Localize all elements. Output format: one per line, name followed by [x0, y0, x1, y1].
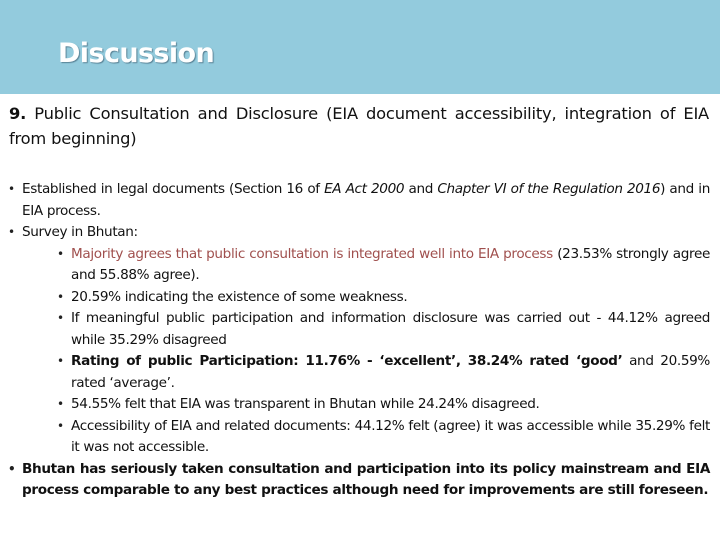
bullet-icon: •	[57, 246, 64, 261]
bullet-icon: •	[57, 418, 64, 433]
established-text-2: and	[404, 181, 438, 197]
bullet-item-established: • Established in legal documents (Sectio…	[8, 179, 710, 222]
sub-item-text: Accessibility of EIA and related documen…	[71, 417, 710, 456]
bullet-icon: •	[57, 354, 64, 368]
bullet-icon: •	[8, 461, 16, 476]
bullet-item-survey: • Survey in Bhutan: • Majority agrees th…	[8, 222, 710, 459]
section-heading-text: Public Consultation and Disclosure (EIA …	[9, 104, 709, 148]
sub-item-text: 20.59% indicating the existence of some …	[71, 288, 408, 305]
bullet-icon: •	[57, 397, 64, 411]
regulation-reference: Chapter VI of the Regulation 2016	[437, 181, 661, 197]
sub-item-accessibility: • Accessibility of EIA and related docum…	[22, 416, 710, 459]
header-band: Discussion	[0, 0, 720, 94]
sub-item-transparency: • 54.55% felt that EIA was transparent i…	[22, 394, 710, 416]
section-number: 9.	[9, 104, 27, 123]
bullet-list: • Established in legal documents (Sectio…	[8, 179, 710, 502]
bullet-content: • Established in legal documents (Sectio…	[8, 179, 710, 502]
bullet-icon: •	[8, 225, 15, 239]
bullet-icon: •	[57, 289, 64, 304]
established-text-1: Established in legal documents (Section …	[22, 181, 325, 197]
sub-item-majority-agrees: • Majority agrees that public consultati…	[22, 244, 710, 287]
ea-act-reference: EA Act 2000	[324, 181, 405, 197]
bullet-icon: •	[8, 182, 15, 196]
sub-item-text: 54.55% felt that EIA was transparent in …	[71, 396, 540, 412]
rating-bold-text: Rating of public Participation: 11.76% -…	[71, 353, 623, 369]
conclusion-text: Bhutan has seriously taken consultation …	[22, 460, 710, 499]
bullet-item-conclusion: • Bhutan has seriously taken consultatio…	[8, 459, 710, 502]
bullet-icon: •	[57, 311, 64, 325]
section-heading: 9. Public Consultation and Disclosure (E…	[9, 101, 709, 151]
highlight-text: Majority agrees that public consultation…	[71, 245, 553, 262]
sub-item-rating: • Rating of public Participation: 11.76%…	[22, 351, 710, 394]
slide-title: Discussion	[58, 38, 215, 69]
sub-item-text: If meaningful public participation and i…	[71, 310, 710, 348]
sub-item-meaningful-participation: • If meaningful public participation and…	[22, 308, 710, 351]
survey-sub-list: • Majority agrees that public consultati…	[22, 244, 710, 459]
sub-item-weakness: • 20.59% indicating the existence of som…	[22, 287, 710, 309]
survey-label: Survey in Bhutan:	[22, 224, 138, 240]
